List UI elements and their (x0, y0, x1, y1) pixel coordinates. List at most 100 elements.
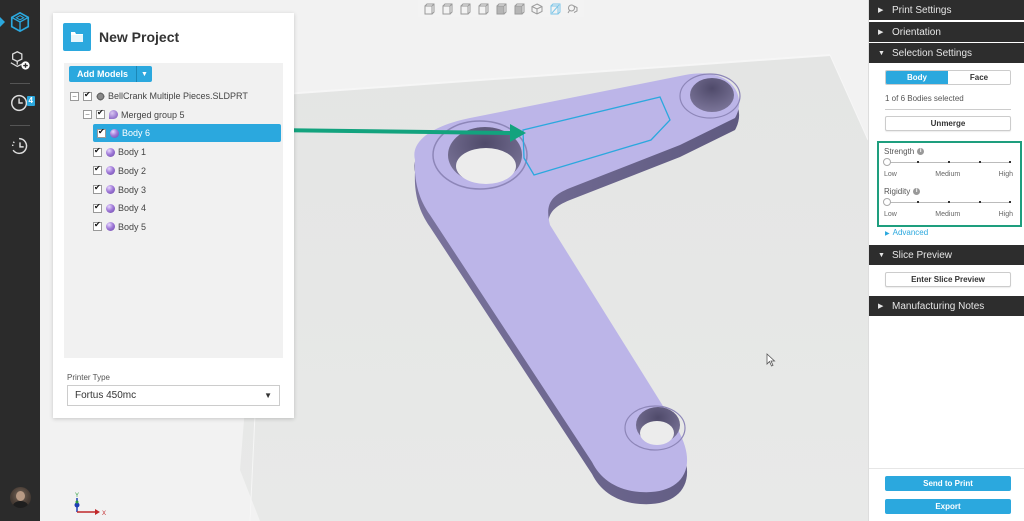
view-left-button[interactable] (458, 2, 472, 16)
tree-item[interactable]: Body 5 (93, 218, 146, 236)
view-transparent-icon (550, 3, 561, 14)
tick-medium: Medium (935, 211, 961, 218)
strength-label: Strength i (884, 147, 925, 156)
rigidity-slider-thumb[interactable] (883, 198, 891, 206)
body-icon (110, 128, 119, 138)
tick-low: Low (884, 211, 897, 218)
slider-tick (948, 201, 950, 203)
visibility-checkbox[interactable] (97, 127, 106, 138)
project-cube-icon (10, 11, 30, 33)
print-queue-nav-button[interactable]: 4 (0, 85, 40, 121)
view-right-icon (478, 3, 489, 14)
tree-item[interactable]: Body 1 (93, 143, 146, 161)
body-icon (106, 147, 115, 157)
visibility-checkbox[interactable] (83, 90, 92, 101)
caret-right-icon: ▶ (878, 29, 884, 36)
slider-tick (1009, 161, 1011, 163)
view-back-button[interactable] (440, 2, 454, 16)
mode-face-button[interactable]: Face (948, 71, 1010, 84)
view-back-icon (442, 3, 453, 14)
printer-type-select[interactable]: Fortus 450mc ▼ (67, 385, 280, 406)
visibility-checkbox[interactable] (93, 183, 102, 194)
send-to-print-button[interactable]: Send to Print (885, 476, 1011, 491)
tree-item-label: Merged group 5 (121, 109, 185, 120)
tree-item[interactable]: Body 6 (93, 124, 281, 143)
enter-slice-preview-button[interactable]: Enter Slice Preview (885, 272, 1011, 287)
slider-tick (979, 201, 981, 203)
tree-item-label: Body 6 (122, 128, 151, 139)
view-zoom-fit-button[interactable] (566, 2, 580, 16)
section-title: Slice Preview (892, 249, 953, 261)
tree-item[interactable]: − BellCrank Multiple Pieces.SLDPRT (70, 87, 248, 105)
tree-item-label: BellCrank Multiple Pieces.SLDPRT (108, 91, 248, 101)
right-settings-panel: ▶ Print Settings ▶ Orientation ▼ Selecti… (868, 0, 1024, 521)
add-models-button[interactable]: Add Models ▼ (69, 66, 152, 82)
tick-high: High (998, 211, 1013, 218)
divider (885, 109, 1011, 110)
chevron-down-icon: ▼ (264, 391, 272, 400)
tree-item[interactable]: − Merged group 5 (83, 106, 185, 124)
tree-item-label: Body 4 (118, 203, 147, 214)
view-iso-button[interactable] (530, 2, 544, 16)
history-icon (11, 137, 28, 155)
part-icon (96, 91, 105, 101)
section-print-settings[interactable]: ▶ Print Settings (869, 0, 1024, 20)
info-icon[interactable]: i (913, 188, 921, 195)
body-icon (106, 222, 115, 232)
visibility-checkbox[interactable] (93, 202, 102, 213)
tree-item[interactable]: Body 4 (93, 199, 146, 217)
visibility-checkbox[interactable] (93, 220, 102, 232)
view-front-icon (424, 3, 435, 14)
view-top-button[interactable] (494, 2, 508, 16)
add-model-icon (10, 51, 30, 70)
rigidity-slider[interactable] (883, 198, 1011, 206)
unmerge-button[interactable]: Unmerge (885, 116, 1011, 131)
section-orientation[interactable]: ▶ Orientation (869, 22, 1024, 42)
view-front-button[interactable] (422, 2, 436, 16)
project-nav-button[interactable] (0, 4, 40, 40)
history-nav-button[interactable] (0, 128, 40, 164)
strength-slider[interactable] (883, 158, 1011, 166)
add-model-nav-button[interactable] (0, 42, 40, 78)
section-title: Orientation (892, 26, 941, 38)
add-models-dropdown-icon[interactable]: ▼ (136, 66, 152, 82)
hole-small-through (640, 421, 674, 445)
view-zoom-fit-icon (567, 4, 578, 13)
body-icon (106, 166, 115, 176)
view-iso-icon (531, 2, 543, 15)
rail-divider (10, 83, 30, 84)
section-manufacturing-notes[interactable]: ▶ Manufacturing Notes (869, 296, 1024, 316)
body-icon (106, 185, 115, 194)
caret-right-icon: ▶ (885, 231, 890, 237)
collapse-icon[interactable]: − (70, 91, 79, 101)
view-transparent-button[interactable] (548, 2, 562, 16)
tree-item-label: Body 2 (118, 165, 147, 176)
tree-item[interactable]: Body 2 (93, 162, 146, 180)
visibility-checkbox[interactable] (96, 108, 105, 120)
visibility-checkbox[interactable] (93, 164, 102, 176)
x-axis-arrow (95, 509, 100, 515)
rail-divider (10, 125, 30, 126)
view-bottom-button[interactable] (512, 2, 526, 16)
section-slice-preview[interactable]: ▼ Slice Preview (869, 245, 1024, 265)
export-button[interactable]: Export (885, 499, 1011, 514)
caret-down-icon: ▼ (878, 251, 885, 259)
advanced-toggle[interactable]: ▶ Advanced (885, 228, 928, 237)
user-avatar[interactable] (10, 487, 31, 508)
strength-slider-thumb[interactable] (883, 158, 891, 166)
body-icon (106, 203, 115, 213)
section-selection-settings[interactable]: ▼ Selection Settings (869, 43, 1024, 63)
add-models-label: Add Models (77, 69, 128, 79)
visibility-checkbox[interactable] (93, 146, 102, 157)
view-right-button[interactable] (476, 2, 490, 16)
slider-tick (917, 161, 919, 163)
3d-viewport[interactable]: New Project Add Models ▼ − BellCrank Mult… (40, 0, 868, 521)
info-icon[interactable]: i (917, 148, 925, 155)
tree-item[interactable]: Body 3 (93, 181, 146, 199)
strength-tick-labels: Low Medium High (884, 171, 1013, 178)
mouse-cursor-icon (766, 353, 776, 367)
selection-mode-toggle: Body Face (885, 70, 1011, 85)
mode-body-button[interactable]: Body (886, 71, 948, 84)
tree-item-label: Body 5 (118, 221, 147, 232)
collapse-icon[interactable]: − (83, 110, 92, 120)
